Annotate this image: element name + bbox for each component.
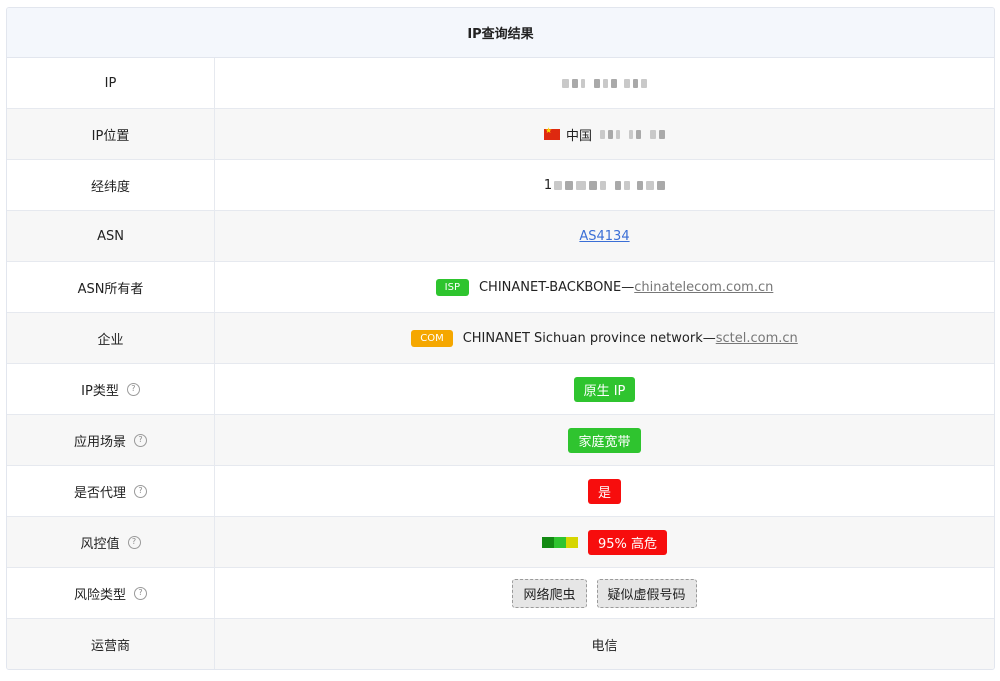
row-coords: 经纬度 1 [7,160,994,211]
asn-link[interactable]: AS4134 [579,229,629,244]
label-risk-types: 风险类型 ? [7,568,215,618]
row-scene: 应用场景 ? 家庭宽带 [7,415,994,466]
redacted-region [600,129,665,139]
risk-level-bar [541,536,578,548]
country-name: 中国 [565,128,592,144]
value-proxy: 是 [215,466,994,516]
label-risk: 风控值 ? [7,517,215,567]
proxy-badge: 是 [587,478,621,504]
label-carrier: 运营商 [7,619,215,669]
label-ip-type: IP类型 ? [7,364,215,414]
risk-badge: 95% 高危 [587,529,668,555]
isp-tag: ISP [435,278,469,296]
com-tag: COM [411,329,453,347]
value-carrier: 电信 [591,638,618,654]
label-asn: ASN [7,211,215,261]
scene-label-text: 应用场景 [73,434,126,450]
value-risk-types: 网络爬虫 疑似虚假号码 [215,568,994,618]
help-icon[interactable]: ? [134,433,147,447]
ip-type-badge: 原生 IP [573,376,636,402]
value-ip-type: 原生 IP [215,364,994,414]
value-ip [215,58,994,108]
row-ip: IP [7,58,994,109]
value-coords: 1 [215,160,994,210]
ip-result-panel: IP查询结果 IP IP位置 中国 经纬度 1 ASN [6,7,995,670]
asn-owner-separator: — [621,279,635,295]
coords-prefix: 1 [543,177,553,193]
value-scene: 家庭宽带 [215,415,994,465]
row-carrier: 运营商 电信 [7,619,994,669]
row-ip-type: IP类型 ? 原生 IP [7,364,994,415]
asn-owner-domain-link[interactable]: chinatelecom.com.cn [634,280,773,295]
help-icon[interactable]: ? [134,484,147,498]
risk-level-segment [565,536,578,548]
value-location: 中国 [215,109,994,159]
company-domain-link[interactable]: sctel.com.cn [716,331,798,346]
scene-badge: 家庭宽带 [568,427,641,453]
panel-title: IP查询结果 [7,8,994,58]
risk-label-text: 风控值 [80,536,120,552]
row-location: IP位置 中国 [7,109,994,160]
label-asn-owner: ASN所有者 [7,262,215,312]
row-asn-owner: ASN所有者 ISP CHINANET-BACKBONE — chinateleco… [7,262,994,313]
value-asn: AS4134 [215,211,994,261]
value-company: COM CHINANET Sichuan province network — sc… [215,313,994,363]
redacted-ip [562,78,647,88]
label-location: IP位置 [7,109,215,159]
help-icon[interactable]: ? [127,535,141,549]
cn-flag-icon [543,126,560,140]
risk-type-chip: 疑似虚假号码 [596,578,697,608]
risk-type-chip: 网络爬虫 [512,578,587,608]
row-company: 企业 COM CHINANET Sichuan province network… [7,313,994,364]
ip-type-label-text: IP类型 [81,383,119,399]
value-asn-owner: ISP CHINANET-BACKBONE — chinatelecom.com.c… [215,262,994,312]
company-name: CHINANET Sichuan province network [462,330,703,346]
redacted-coords [554,180,666,190]
label-company: 企业 [7,313,215,363]
label-ip: IP [7,58,215,108]
row-asn: ASN AS4134 [7,211,994,262]
help-icon[interactable]: ? [134,586,147,600]
value-risk: 95% 高危 [215,517,994,567]
row-risk-types: 风险类型 ? 网络爬虫 疑似虚假号码 [7,568,994,619]
risk-types-label-text: 风险类型 [73,587,126,603]
risk-level-segment [553,536,566,548]
help-icon[interactable]: ? [126,382,140,396]
row-risk: 风控值 ? 95% 高危 [7,517,994,568]
risk-level-segment [541,536,554,548]
row-proxy: 是否代理 ? 是 [7,466,994,517]
company-separator: — [702,330,716,346]
asn-owner-name: CHINANET-BACKBONE [478,279,622,295]
label-scene: 应用场景 ? [7,415,215,465]
proxy-label-text: 是否代理 [73,485,126,501]
label-coords: 经纬度 [7,160,215,210]
label-proxy: 是否代理 ? [7,466,215,516]
